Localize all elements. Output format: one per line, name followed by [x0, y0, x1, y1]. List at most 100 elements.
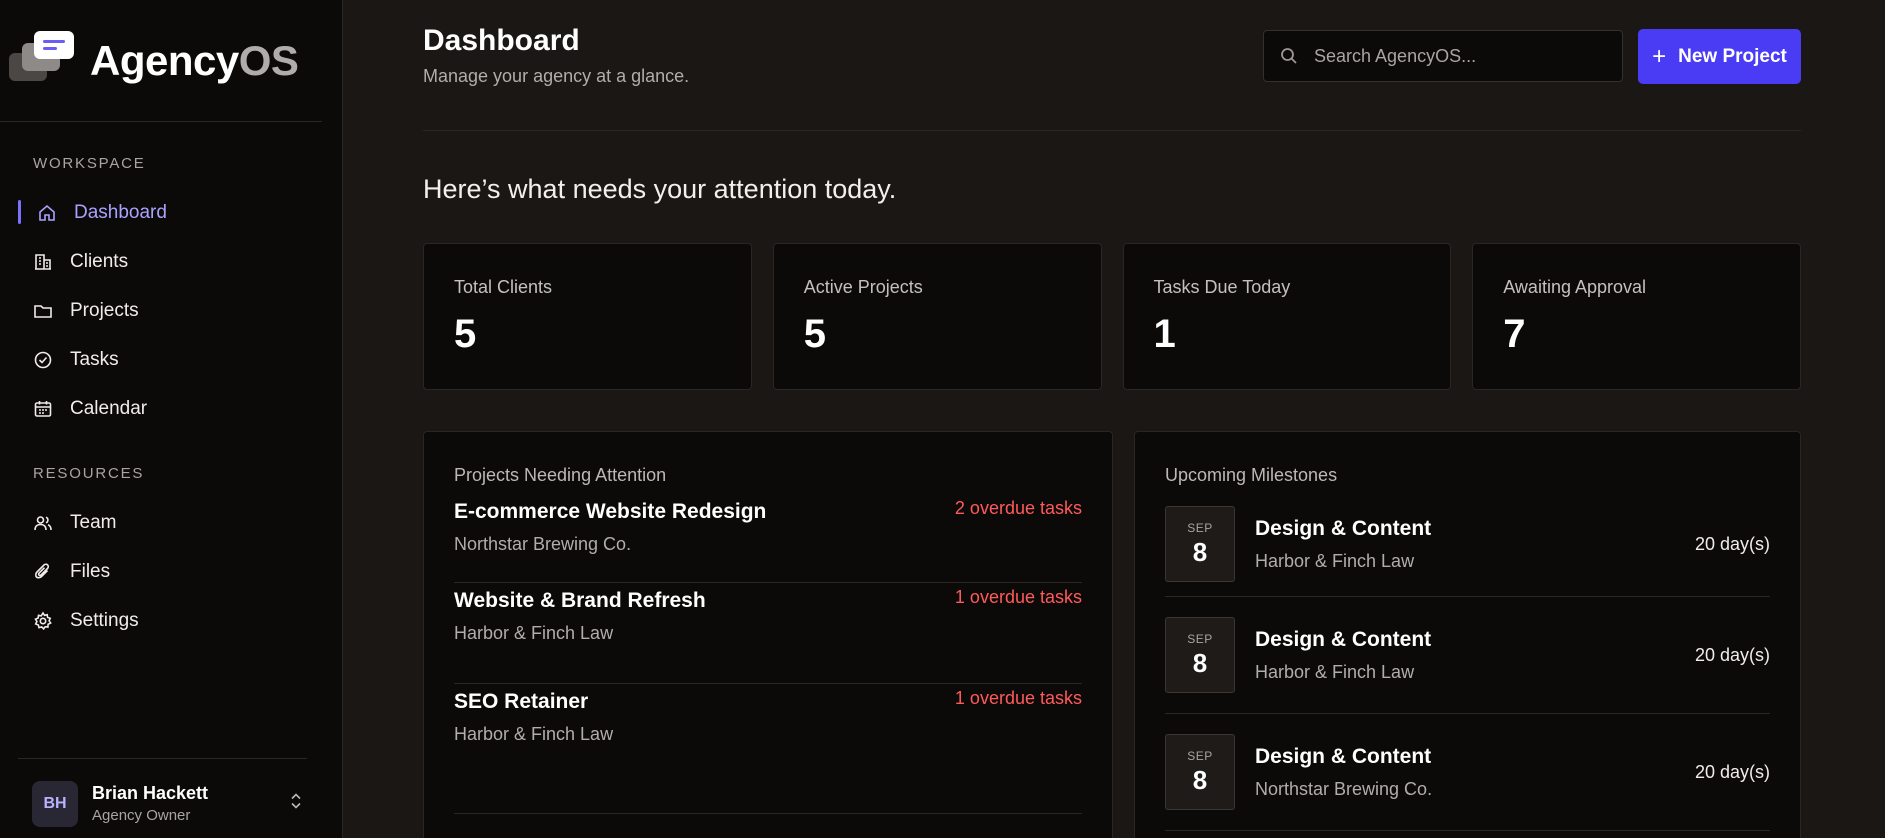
- attention-heading: Here’s what needs your attention today.: [423, 174, 897, 204]
- milestone-client: Harbor & Finch Law: [1255, 661, 1415, 682]
- new-project-label: New Project: [1678, 45, 1787, 67]
- sidebar-item-label: Projects: [70, 299, 139, 321]
- agencyos-logo-icon: [8, 30, 76, 91]
- date-month: SEP: [1187, 748, 1213, 763]
- user-name: Brian Hackett: [92, 783, 209, 803]
- paperclip-icon: [33, 562, 53, 582]
- new-project-button[interactable]: + New Project: [1638, 29, 1801, 84]
- sidebar-item-label: Team: [70, 511, 117, 533]
- calendar-icon: [33, 399, 53, 419]
- page-subtitle: Manage your agency at a glance.: [423, 66, 690, 86]
- app-shell: AgencyOS WORKSPACE Dashboard Clients Pro…: [0, 0, 1885, 838]
- sidebar-item-dashboard[interactable]: Dashboard: [18, 188, 342, 237]
- stat-card-total-clients: Total Clients 5: [423, 243, 752, 390]
- brand-name: AgencyOS: [90, 36, 299, 84]
- sidebar-item-label: Tasks: [70, 348, 119, 370]
- date-badge: SEP 8: [1165, 506, 1235, 582]
- milestone-name: Design & Content: [1255, 516, 1432, 540]
- sidebar-item-label: Files: [70, 560, 111, 582]
- plus-icon: +: [1652, 42, 1667, 70]
- check-circle-icon: [33, 350, 53, 370]
- list-item[interactable]: Website & Brand Refresh Harbor & Finch L…: [454, 583, 1082, 684]
- sidebar-item-label: Clients: [70, 250, 129, 272]
- days-remaining: 20 day(s): [1694, 644, 1770, 665]
- milestone-client: Northstar Brewing Co.: [1255, 778, 1433, 799]
- project-name: SEO Retainer: [454, 690, 589, 713]
- sidebar-item-label: Calendar: [70, 397, 148, 419]
- project-list: E-commerce Website Redesign Northstar Br…: [454, 498, 1082, 814]
- sidebar-item-tasks[interactable]: Tasks: [33, 335, 342, 384]
- user-role: Agency Owner: [92, 807, 191, 824]
- project-client: Harbor & Finch Law: [454, 623, 614, 643]
- panel-title: Upcoming Milestones: [1165, 465, 1338, 485]
- project-name: E-commerce Website Redesign: [454, 500, 767, 523]
- sidebar-item-label: Settings: [70, 609, 139, 631]
- list-item[interactable]: SEP 8 Design & Content Northstar Brewing…: [1165, 714, 1770, 831]
- date-month: SEP: [1187, 520, 1213, 535]
- workspace-heading: WORKSPACE: [33, 155, 146, 172]
- overdue-badge: 1 overdue tasks: [954, 688, 1082, 708]
- home-icon: [37, 203, 57, 223]
- sidebar-item-label: Dashboard: [74, 201, 167, 223]
- date-badge: SEP 8: [1165, 617, 1235, 693]
- main-content: Dashboard Manage your agency at a glance…: [343, 0, 1885, 838]
- stat-card-active-projects: Active Projects 5: [772, 243, 1102, 390]
- stat-label: Awaiting Approval: [1503, 277, 1647, 297]
- stat-value: 7: [1503, 312, 1526, 356]
- user-info: Brian Hackett Agency Owner: [92, 783, 208, 824]
- stats-row: Total Clients 5 Active Projects 5 Tasks …: [423, 243, 1801, 390]
- sidebar-item-files[interactable]: Files: [33, 547, 342, 596]
- page-title: Dashboard: [423, 24, 580, 57]
- users-icon: [33, 513, 53, 533]
- search-icon: [1281, 48, 1297, 64]
- date-day: 8: [1192, 536, 1208, 567]
- stat-value: 5: [803, 312, 826, 356]
- building-icon: [33, 252, 53, 272]
- overdue-badge: 2 overdue tasks: [954, 498, 1082, 518]
- list-item[interactable]: SEO Retainer Harbor & Finch Law 1 overdu…: [454, 684, 1082, 814]
- panel-title: Projects Needing Attention: [454, 465, 667, 485]
- list-item[interactable]: SEP 8 Design & Content Harbor & Finch La…: [1165, 500, 1770, 597]
- chevron-up-down-icon[interactable]: [289, 792, 303, 815]
- sidebar-item-team[interactable]: Team: [33, 498, 342, 547]
- project-client: Harbor & Finch Law: [454, 724, 614, 744]
- sidebar-item-clients[interactable]: Clients: [33, 237, 342, 286]
- stat-label: Active Projects: [803, 277, 923, 297]
- stat-label: Total Clients: [454, 277, 553, 297]
- sidebar: AgencyOS WORKSPACE Dashboard Clients Pro…: [0, 0, 343, 838]
- date-month: SEP: [1187, 631, 1213, 646]
- project-client: Northstar Brewing Co.: [454, 534, 632, 554]
- resources-heading: RESOURCES: [33, 465, 145, 482]
- search-input[interactable]: [1314, 45, 1594, 67]
- sidebar-item-calendar[interactable]: Calendar: [33, 384, 342, 433]
- list-item[interactable]: SEP 8 Design & Content Harbor & Finch La…: [1165, 597, 1770, 714]
- milestone-list: SEP 8 Design & Content Harbor & Finch La…: [1165, 500, 1770, 831]
- folder-icon: [33, 301, 53, 321]
- user-menu[interactable]: BH Brian Hackett Agency Owner: [18, 758, 307, 838]
- brand[interactable]: AgencyOS: [0, 0, 322, 122]
- milestone-name: Design & Content: [1255, 744, 1432, 768]
- search-box[interactable]: [1263, 30, 1623, 82]
- sidebar-item-settings[interactable]: Settings: [33, 596, 342, 645]
- project-name: Website & Brand Refresh: [454, 589, 706, 612]
- avatar: BH: [32, 780, 78, 827]
- date-day: 8: [1192, 764, 1208, 795]
- overdue-badge: 1 overdue tasks: [954, 587, 1082, 607]
- workspace-section: WORKSPACE Dashboard Clients Projects Tas…: [0, 155, 342, 433]
- stat-value: 1: [1153, 312, 1176, 356]
- list-item[interactable]: E-commerce Website Redesign Northstar Br…: [454, 498, 1082, 583]
- milestone-client: Harbor & Finch Law: [1255, 550, 1415, 571]
- panels-row: Projects Needing Attention E-commerce We…: [423, 431, 1801, 838]
- milestone-name: Design & Content: [1255, 627, 1432, 651]
- date-badge: SEP 8: [1165, 734, 1235, 810]
- days-remaining: 20 day(s): [1694, 533, 1770, 554]
- date-day: 8: [1192, 647, 1208, 678]
- stat-label: Tasks Due Today: [1153, 277, 1291, 297]
- sidebar-item-projects[interactable]: Projects: [33, 286, 342, 335]
- stat-card-awaiting-approval: Awaiting Approval 7: [1472, 243, 1801, 390]
- gear-icon: [33, 611, 53, 631]
- days-remaining: 20 day(s): [1694, 761, 1770, 782]
- page-heading: Dashboard Manage your agency at a glance…: [423, 0, 689, 87]
- projects-needing-attention-panel: Projects Needing Attention E-commerce We…: [423, 431, 1113, 838]
- resources-section: RESOURCES Team Files Settings: [0, 465, 342, 645]
